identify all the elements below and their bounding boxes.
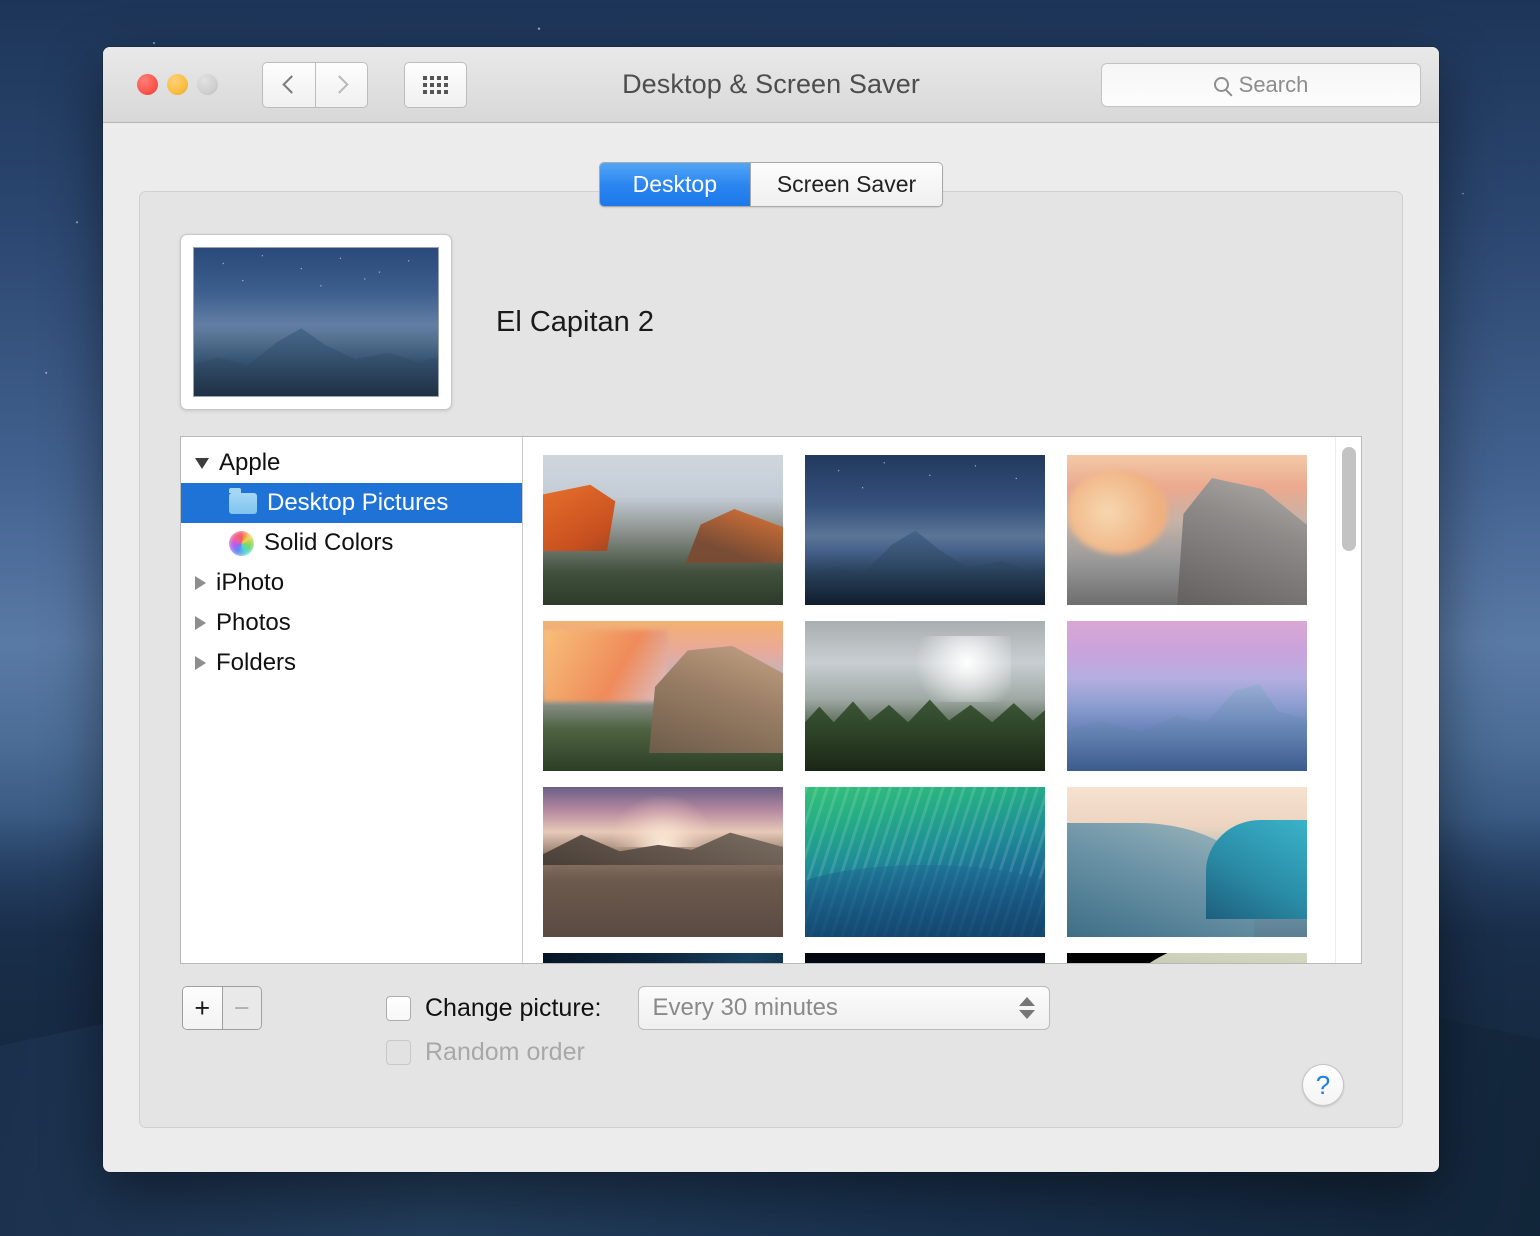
tab-screen-saver[interactable]: Screen Saver	[750, 163, 942, 206]
current-wallpaper-row: El Capitan 2	[180, 234, 1362, 410]
wallpaper-art	[805, 455, 1045, 605]
wallpaper-tile[interactable]	[543, 455, 783, 605]
change-picture-group: Change picture: Every 30 minutes Random …	[386, 986, 1050, 1074]
vertical-scrollbar[interactable]	[1335, 437, 1361, 963]
tab-desktop[interactable]: Desktop	[600, 163, 750, 206]
zoom-button	[197, 74, 218, 95]
change-picture-label: Change picture:	[425, 994, 602, 1023]
wallpaper-art	[1067, 455, 1307, 605]
footer-controls: + − Change picture: Every 30 minutes	[180, 964, 1362, 1074]
search-icon	[1214, 77, 1229, 92]
wallpaper-art	[543, 787, 783, 937]
interval-dropdown[interactable]: Every 30 minutes	[638, 986, 1050, 1030]
change-picture-row: Change picture: Every 30 minutes	[386, 986, 1050, 1030]
back-button[interactable]	[262, 62, 315, 108]
thumbnail-inner	[193, 247, 439, 397]
current-wallpaper-name: El Capitan 2	[496, 306, 654, 339]
current-wallpaper-thumbnail[interactable]	[180, 234, 452, 410]
wallpaper-tile[interactable]	[1067, 953, 1307, 963]
sidebar-item-folders[interactable]: Folders	[181, 643, 522, 683]
wallpaper-tile[interactable]	[543, 621, 783, 771]
change-picture-checkbox[interactable]	[386, 996, 411, 1021]
sidebar-item-label: Solid Colors	[264, 529, 393, 557]
wallpaper-browser: Apple Desktop Pictures Solid Colors	[180, 436, 1362, 964]
wallpaper-tile[interactable]	[1067, 455, 1307, 605]
wallpaper-art	[805, 953, 1045, 963]
wallpaper-art	[805, 621, 1045, 771]
disclosure-triangle-closed-icon[interactable]	[195, 576, 206, 590]
disclosure-triangle-closed-icon[interactable]	[195, 656, 206, 670]
wallpaper-tile[interactable]	[805, 455, 1045, 605]
sidebar-item-solid-colors[interactable]: Solid Colors	[181, 523, 522, 563]
help-button[interactable]: ?	[1302, 1064, 1344, 1106]
sidebar-item-photos[interactable]: Photos	[181, 603, 522, 643]
sidebar-item-label: Apple	[219, 449, 280, 477]
chevron-updown-icon	[1019, 997, 1035, 1019]
wallpaper-tile[interactable]	[805, 621, 1045, 771]
add-remove-buttons: + −	[182, 986, 262, 1030]
wallpaper-tile[interactable]	[543, 787, 783, 937]
wallpaper-art	[1067, 787, 1307, 937]
window-body: Desktop Screen Saver El Capitan 2	[103, 123, 1439, 1172]
tab-bar: Desktop Screen Saver	[139, 162, 1403, 207]
sidebar-item-label: Desktop Pictures	[267, 489, 448, 517]
wallpaper-tile[interactable]	[543, 953, 783, 963]
show-all-button[interactable]	[404, 62, 467, 108]
window-titlebar: Desktop & Screen Saver Search	[103, 47, 1439, 123]
sidebar-item-label: iPhoto	[216, 569, 284, 597]
sidebar-item-label: Photos	[216, 609, 291, 637]
wallpaper-art	[543, 953, 783, 963]
wallpaper-art	[543, 621, 783, 771]
wallpaper-art	[543, 455, 783, 605]
wallpaper-tile[interactable]	[1067, 787, 1307, 937]
color-wheel-icon	[229, 531, 254, 556]
close-button[interactable]	[137, 74, 158, 95]
desktop-background: Desktop & Screen Saver Search Desktop Sc…	[0, 0, 1540, 1236]
chevron-left-icon	[282, 75, 300, 93]
source-sidebar: Apple Desktop Pictures Solid Colors	[181, 437, 523, 963]
preferences-panel: El Capitan 2 Apple Desktop Pictures	[139, 191, 1403, 1128]
folder-icon	[229, 493, 257, 514]
minimize-button[interactable]	[167, 74, 188, 95]
sidebar-item-label: Folders	[216, 649, 296, 677]
wallpaper-tile[interactable]	[805, 787, 1045, 937]
remove-folder-button: −	[223, 987, 262, 1029]
system-preferences-window: Desktop & Screen Saver Search Desktop Sc…	[103, 47, 1439, 1172]
search-field[interactable]: Search	[1101, 63, 1421, 107]
wallpaper-art	[1067, 621, 1307, 771]
wallpaper-art	[1067, 953, 1307, 963]
random-order-checkbox	[386, 1040, 411, 1065]
search-placeholder: Search	[1239, 72, 1309, 98]
wallpaper-grid-container	[523, 437, 1361, 963]
grid-icon	[423, 76, 448, 94]
wallpaper-tile[interactable]	[1067, 621, 1307, 771]
random-order-row: Random order	[386, 1030, 1050, 1074]
wallpaper-thumbnail	[194, 248, 438, 396]
wallpaper-art	[805, 787, 1045, 937]
segmented-control: Desktop Screen Saver	[599, 162, 943, 207]
add-folder-button[interactable]: +	[183, 987, 223, 1029]
disclosure-triangle-open-icon[interactable]	[195, 458, 209, 469]
sidebar-item-apple[interactable]: Apple	[181, 443, 522, 483]
interval-value: Every 30 minutes	[653, 994, 838, 1022]
random-order-label: Random order	[425, 1038, 585, 1067]
wallpaper-tile[interactable]	[805, 953, 1045, 963]
scrollbar-thumb[interactable]	[1342, 447, 1356, 551]
navigation-buttons	[262, 62, 368, 108]
sidebar-item-iphoto[interactable]: iPhoto	[181, 563, 522, 603]
chevron-right-icon	[330, 75, 348, 93]
sidebar-item-desktop-pictures[interactable]: Desktop Pictures	[181, 483, 522, 523]
forward-button	[315, 62, 368, 108]
disclosure-triangle-closed-icon[interactable]	[195, 616, 206, 630]
traffic-light-buttons	[137, 74, 218, 95]
wallpaper-grid	[523, 437, 1361, 963]
